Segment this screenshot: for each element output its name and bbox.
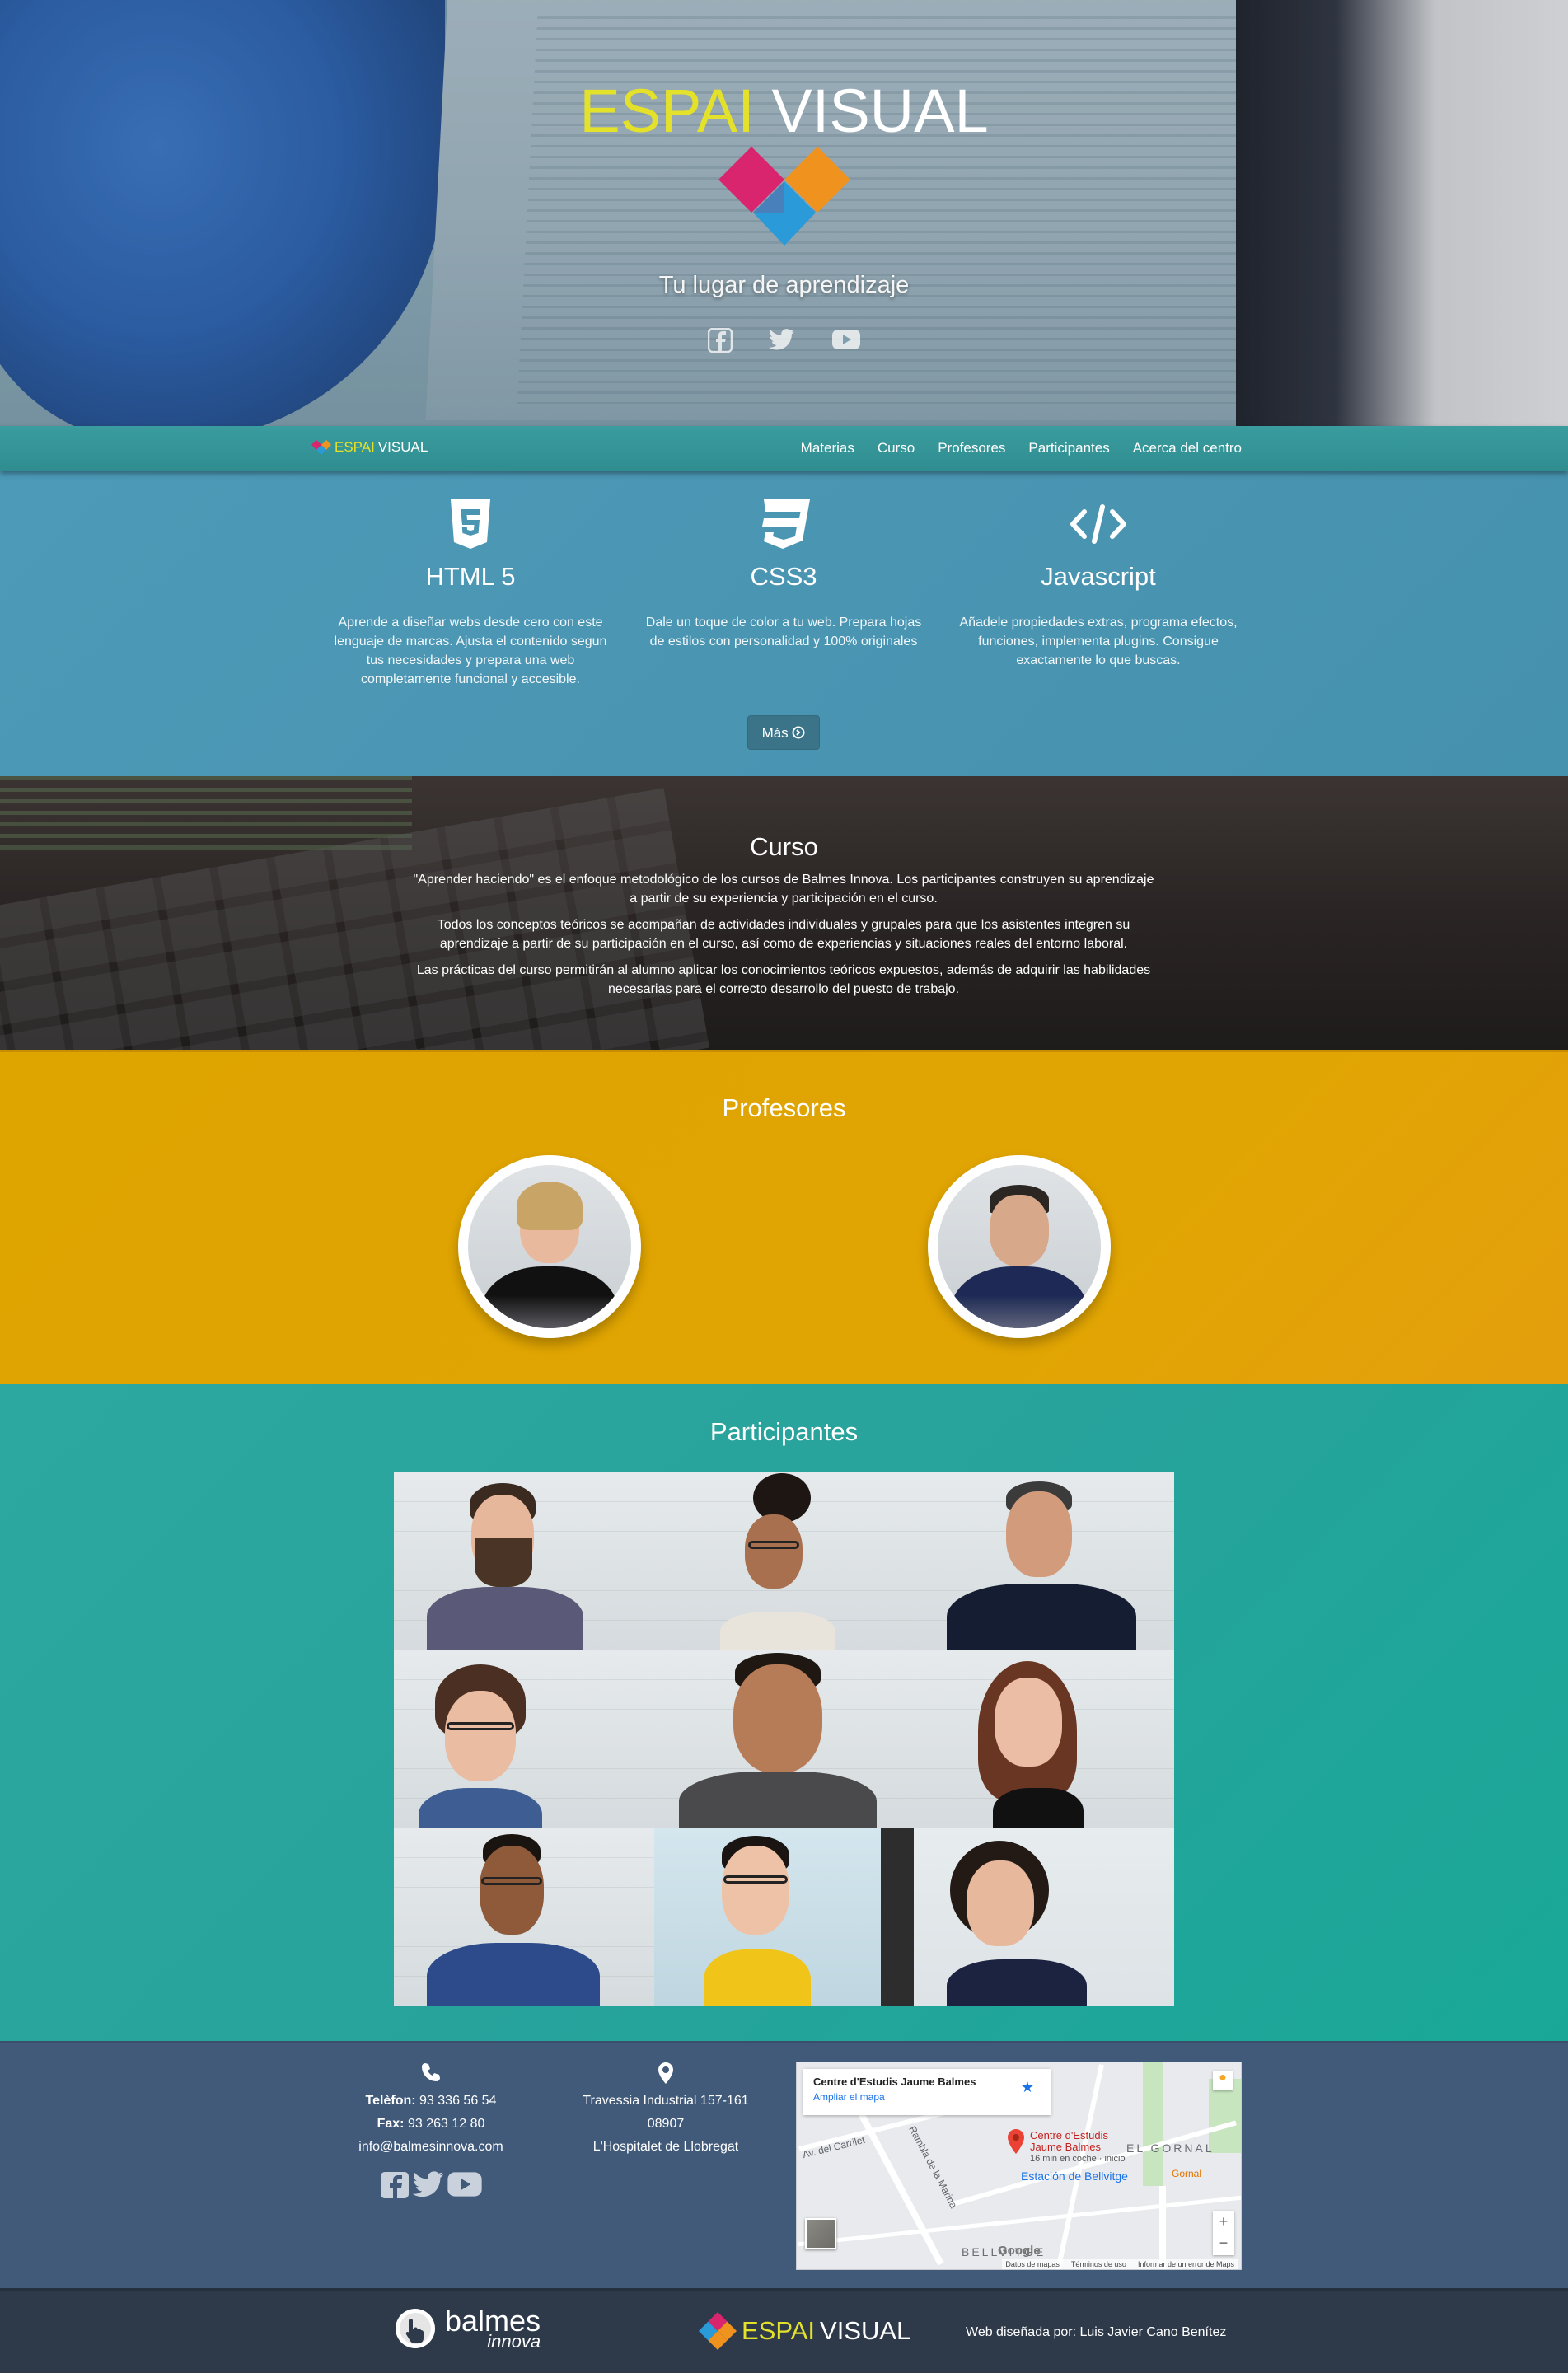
participant-photo[interactable] <box>653 1828 915 2006</box>
satellite-toggle[interactable] <box>805 2218 836 2249</box>
star-icon[interactable]: ★ <box>1021 2079 1034 2096</box>
profesores-section: Profesores <box>0 1050 1568 1384</box>
contact-phone-column: Telèfon: 93 336 56 54 Fax: 93 263 12 80 … <box>354 2062 508 2200</box>
twitter-icon[interactable] <box>768 328 795 357</box>
profesor-avatar[interactable] <box>458 1155 641 1338</box>
chevron-circle-icon <box>792 726 805 739</box>
nav-item-acerca[interactable]: Acerca del centro <box>1133 440 1242 456</box>
tech-card-html5: HTML 5 Aprende a diseñar webs desde cero… <box>330 496 611 689</box>
facebook-icon[interactable] <box>379 2170 410 2200</box>
tech-description: Dale un toque de color a tu web. Prepara… <box>645 615 922 648</box>
participantes-section: Participantes <box>0 1384 1568 2041</box>
participantes-grid <box>394 1472 1174 2006</box>
curso-text: "Aprender haciendo" es el enfoque metodo… <box>409 870 1158 1006</box>
google-logo: Google <box>998 2244 1041 2258</box>
hero-banner: ESPAI VISUAL Tu lugar de aprendizaje <box>0 0 1568 426</box>
youtube-icon[interactable] <box>447 2170 483 2198</box>
more-button[interactable]: Más <box>747 715 820 750</box>
zoom-out-button[interactable]: − <box>1213 2232 1234 2254</box>
hero-social-links <box>0 327 1568 357</box>
participant-photo[interactable] <box>394 1650 654 1828</box>
participant-photo[interactable] <box>653 1472 915 1650</box>
nav-item-participantes[interactable]: Participantes <box>1028 440 1109 456</box>
participant-photo[interactable] <box>394 1472 654 1650</box>
tech-title: HTML 5 <box>425 562 516 591</box>
bottom-bar: balmes innova ESPAI VISUAL Web diseñada … <box>0 2288 1568 2373</box>
participant-photo[interactable] <box>394 1828 654 2006</box>
nav-brand[interactable]: ESPAI VISUAL <box>311 438 428 457</box>
espai-visual-logo <box>699 2312 737 2350</box>
email-link[interactable]: info@balmesinnova.com <box>354 2136 508 2159</box>
profesores-title: Profesores <box>722 1093 846 1122</box>
youtube-icon[interactable] <box>831 328 861 357</box>
hero-tagline: Tu lugar de aprendizaje <box>658 272 910 298</box>
participant-photo[interactable] <box>914 1828 1174 2006</box>
address-line: Travessia Industrial 157-161 <box>583 2094 749 2108</box>
nav-item-materias[interactable]: Materias <box>801 440 854 456</box>
contact-address-column: Travessia Industrial 157-161 08907 L'Hos… <box>569 2062 763 2159</box>
espai-visual-logo <box>718 147 850 246</box>
profesor-avatar[interactable] <box>928 1155 1111 1338</box>
map-station-label: Estación de Bellvitge <box>1021 2169 1128 2183</box>
code-icon <box>958 496 1238 552</box>
twitter-icon[interactable] <box>412 2170 445 2198</box>
curso-title: Curso <box>750 832 818 861</box>
map-attribution: Datos de mapas Términos de uso Informar … <box>1002 2259 1238 2269</box>
fax-number: 93 263 12 80 <box>407 2117 485 2131</box>
map-enlarge-link[interactable]: Ampliar el mapa <box>813 2091 1041 2103</box>
map-pin-icon[interactable] <box>1007 2128 1025 2155</box>
main-navbar: ESPAI VISUAL Materias Curso Profesores P… <box>0 426 1568 471</box>
phone-number[interactable]: 93 336 56 54 <box>419 2094 496 2108</box>
balmes-hand-icon <box>396 2309 435 2348</box>
tech-card-javascript: Javascript Añadele propiedades extras, p… <box>958 496 1238 670</box>
css3-icon <box>644 496 924 552</box>
participant-photo[interactable] <box>914 1650 1174 1828</box>
facebook-icon[interactable] <box>707 327 733 357</box>
tech-description: Añadele propiedades extras, programa efe… <box>959 615 1238 667</box>
map-pin-label: Centre d'Estudis Jaume Balmes 16 min en … <box>1030 2129 1126 2165</box>
nav-item-curso[interactable]: Curso <box>878 440 915 456</box>
location-pin-icon <box>569 2062 763 2090</box>
materias-section: HTML 5 Aprende a diseñar webs desde cero… <box>0 471 1568 776</box>
designer-credit: Web diseñada por: Luis Javier Cano Benít… <box>966 2325 1227 2339</box>
curso-paragraph: Las prácticas del curso permitirán al al… <box>416 963 1151 996</box>
street-view-icon[interactable]: ● <box>1213 2071 1233 2090</box>
nav-item-profesores[interactable]: Profesores <box>938 440 1005 456</box>
balmes-innova-logo[interactable]: balmes innova <box>394 2306 541 2351</box>
html5-icon <box>330 496 611 552</box>
google-map[interactable]: Centre d'Estudis Jaume Balmes Ampliar el… <box>796 2062 1242 2270</box>
zoom-in-button[interactable]: + <box>1213 2211 1234 2232</box>
participant-photo[interactable] <box>914 1472 1174 1650</box>
map-place-name: Centre d'Estudis Jaume Balmes <box>813 2076 976 2088</box>
tech-title: CSS3 <box>750 562 817 591</box>
tech-description: Aprende a diseñar webs desde cero con es… <box>334 615 607 686</box>
curso-section: Curso "Aprender haciendo" es el enfoque … <box>0 776 1568 1050</box>
address-line: 08907 <box>647 2117 685 2131</box>
address-line: L'Hospitalet de Llobregat <box>592 2140 739 2154</box>
footer-social-links <box>354 2170 508 2200</box>
contact-section: Telèfon: 93 336 56 54 Fax: 93 263 12 80 … <box>0 2041 1568 2288</box>
tech-title: Javascript <box>1041 562 1156 591</box>
map-zoom-control: + − <box>1213 2211 1234 2255</box>
phone-icon <box>354 2062 508 2090</box>
tech-card-css3: CSS3 Dale un toque de color a tu web. Pr… <box>644 496 924 651</box>
hero-title: ESPAI VISUAL <box>579 77 989 145</box>
footer-brand[interactable]: ESPAI VISUAL <box>699 2312 910 2350</box>
curso-paragraph: Todos los conceptos teóricos se acompaña… <box>437 918 1130 951</box>
participantes-title: Participantes <box>709 1417 859 1446</box>
map-info-card: Centre d'Estudis Jaume Balmes Ampliar el… <box>803 2069 1051 2115</box>
nav-logo-icon <box>311 439 331 455</box>
nav-links: Materias Curso Profesores Participantes … <box>801 440 1242 456</box>
participant-photo[interactable] <box>653 1650 915 1828</box>
curso-paragraph: "Aprender haciendo" es el enfoque metodo… <box>413 873 1154 906</box>
